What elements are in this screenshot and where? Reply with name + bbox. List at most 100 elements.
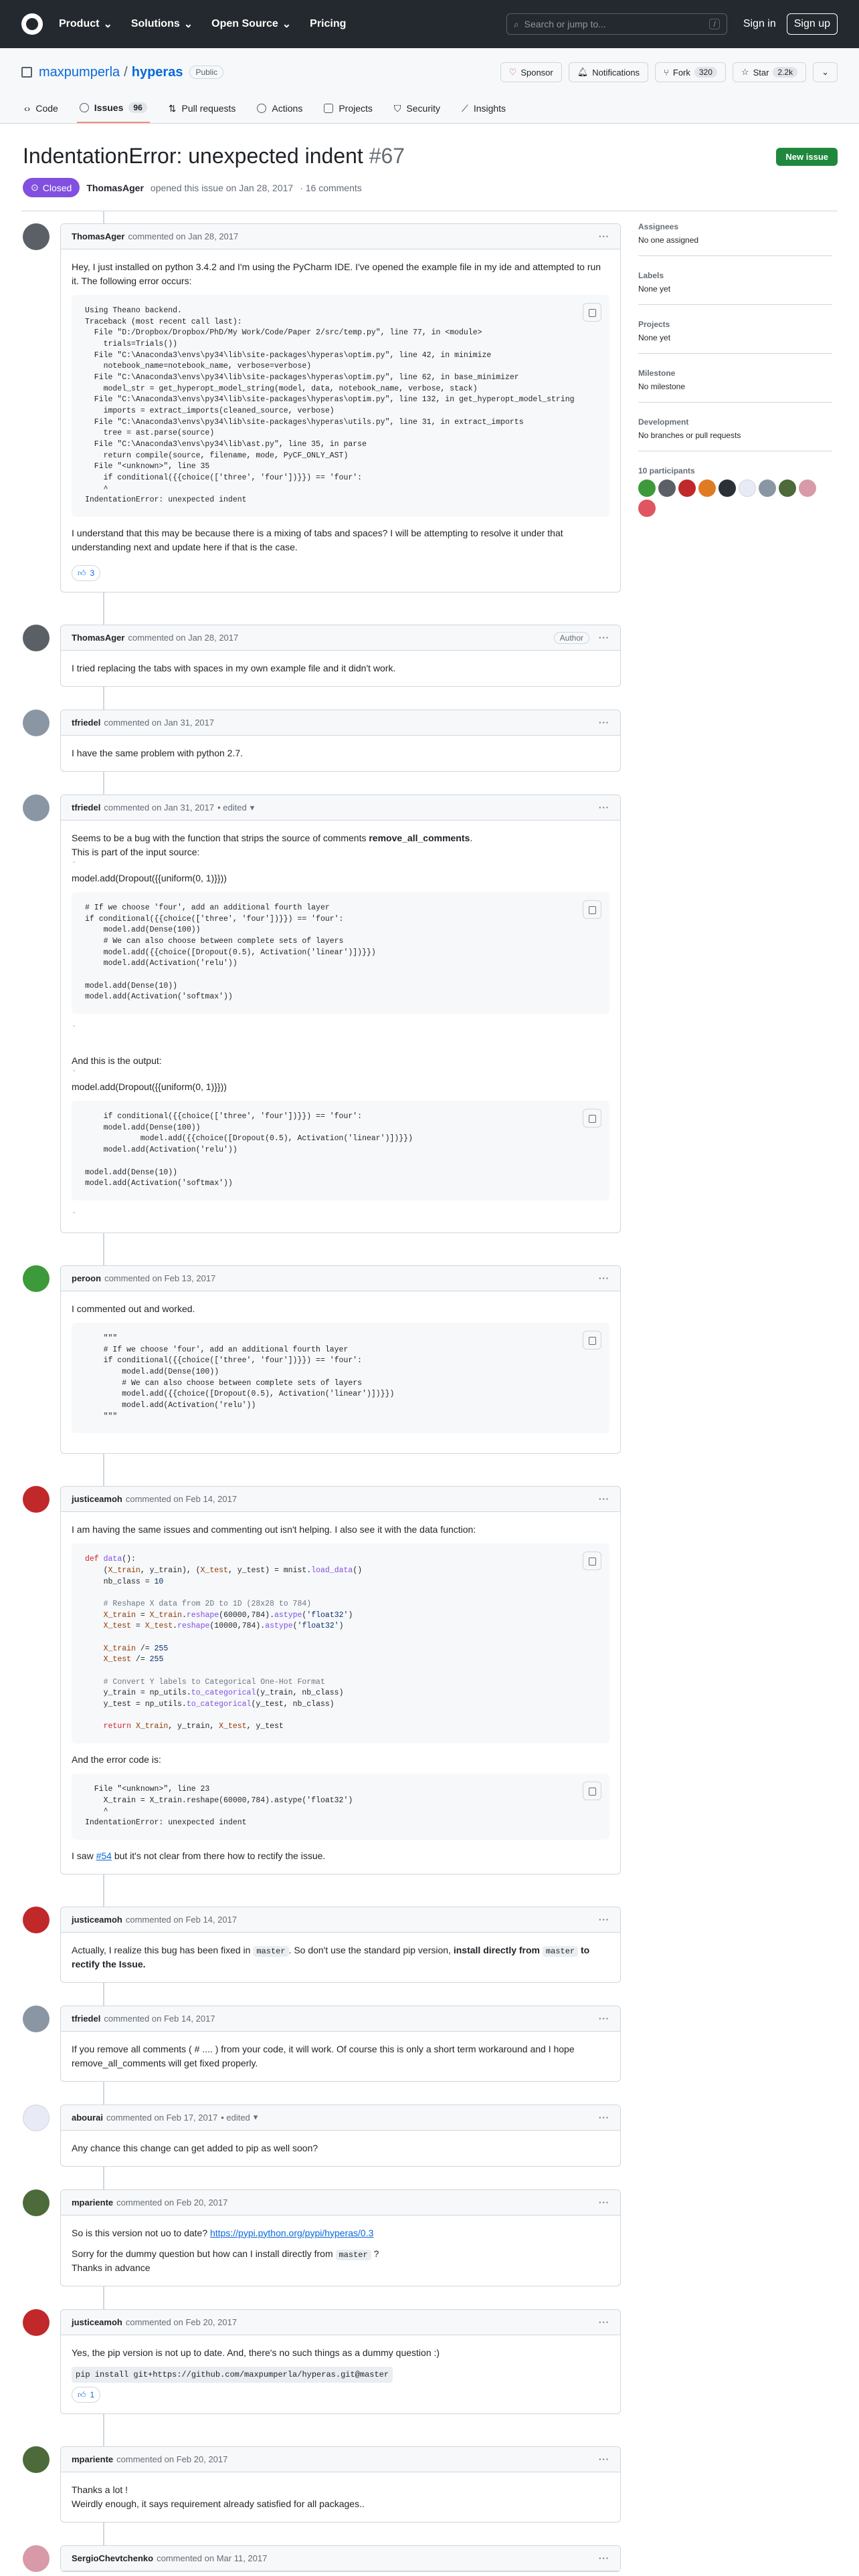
comment-author[interactable]: tfriedel <box>72 802 100 813</box>
kebab-menu-icon[interactable]: ··· <box>599 802 609 813</box>
sign-up-button[interactable]: Sign up <box>786 13 838 35</box>
issue-author[interactable]: ThomasAger <box>86 183 144 193</box>
star-button[interactable]: ☆ Star 2.2k <box>732 62 807 82</box>
comment-timestamp[interactable]: commented on Feb 20, 2017 <box>116 2197 227 2208</box>
comment-timestamp[interactable]: commented on Feb 14, 2017 <box>126 1494 237 1504</box>
comment-timestamp[interactable]: commented on Feb 14, 2017 <box>104 2014 215 2024</box>
comment-timestamp[interactable]: commented on Feb 14, 2017 <box>126 1915 237 1925</box>
github-logo-icon[interactable] <box>21 13 43 35</box>
sign-in-link[interactable]: Sign in <box>743 18 776 30</box>
issue-reference-link[interactable]: #54 <box>96 1850 112 1861</box>
nav-open-source[interactable]: Open Source ⌄ <box>211 17 291 31</box>
avatar[interactable] <box>23 1265 50 1292</box>
copy-icon[interactable] <box>583 1330 601 1350</box>
comment-timestamp[interactable]: commented on Jan 28, 2017 <box>128 633 238 643</box>
tab-pull-requests[interactable]: ⇅ Pull requests <box>166 94 239 123</box>
tab-insights[interactable]: ⟋ Insights <box>459 94 508 123</box>
avatar[interactable] <box>739 479 756 497</box>
reaction-thumbs-up[interactable]: 👍︎ 3 <box>72 565 101 582</box>
comment-author[interactable]: ThomasAger <box>72 633 124 643</box>
kebab-menu-icon[interactable]: ··· <box>599 1273 609 1283</box>
kebab-menu-icon[interactable]: ··· <box>599 1915 609 1925</box>
avatar[interactable] <box>23 2545 50 2572</box>
tab-actions[interactable]: Actions <box>254 94 305 123</box>
tab-security[interactable]: ⛉ Security <box>391 94 443 123</box>
copy-icon[interactable] <box>583 900 601 920</box>
comment-timestamp[interactable]: commented on Feb 20, 2017 <box>126 2317 237 2327</box>
kebab-menu-icon[interactable]: ··· <box>599 2317 609 2327</box>
avatar[interactable] <box>23 710 50 737</box>
repo-owner-link[interactable]: maxpumperla <box>39 65 120 80</box>
kebab-menu-icon[interactable]: ··· <box>599 2454 609 2464</box>
copy-icon[interactable] <box>583 1109 601 1128</box>
search-input[interactable]: ⌕ Search or jump to... / <box>506 13 727 35</box>
fork-button[interactable]: ⑂ Fork 320 <box>655 62 726 82</box>
kebab-menu-icon[interactable]: ··· <box>599 633 609 643</box>
comment-author[interactable]: justiceamoh <box>72 1494 122 1504</box>
kebab-menu-icon[interactable]: ··· <box>599 231 609 241</box>
avatar[interactable] <box>799 479 816 497</box>
tab-code[interactable]: ‹› Code <box>21 94 61 123</box>
copy-icon[interactable] <box>583 303 601 322</box>
tab-projects[interactable]: Projects <box>321 94 375 123</box>
star-dropdown-button[interactable]: ⌄ <box>813 62 838 82</box>
edited-dropdown[interactable]: • edited <box>217 802 247 813</box>
tab-issues[interactable]: Issues 96 <box>76 94 150 123</box>
comment-timestamp[interactable]: commented on Feb 13, 2017 <box>104 1273 215 1283</box>
kebab-menu-icon[interactable]: ··· <box>599 2197 609 2208</box>
avatar[interactable] <box>779 479 796 497</box>
comment-timestamp[interactable]: commented on Jan 28, 2017 <box>128 231 238 241</box>
nav-product[interactable]: Product ⌄ <box>59 17 112 31</box>
kebab-menu-icon[interactable]: ··· <box>599 1494 609 1504</box>
comment-timestamp[interactable]: commented on Jan 31, 2017 <box>104 718 214 728</box>
avatar[interactable] <box>658 479 676 497</box>
avatar[interactable] <box>719 479 736 497</box>
comment-author[interactable]: peroon <box>72 1273 101 1283</box>
comment-author[interactable]: mpariente <box>72 2197 113 2208</box>
copy-icon[interactable] <box>583 1781 601 1800</box>
avatar[interactable] <box>23 2446 50 2473</box>
comment-timestamp[interactable]: commented on Mar 11, 2017 <box>157 2553 267 2563</box>
comment-author[interactable]: SergioChevtchenko <box>72 2553 153 2563</box>
comment-paragraph: And the error code is: <box>72 1753 161 1765</box>
edited-dropdown[interactable]: • edited <box>221 2113 250 2123</box>
avatar[interactable] <box>23 2189 50 2216</box>
avatar[interactable] <box>23 2005 50 2032</box>
nav-solutions[interactable]: Solutions ⌄ <box>131 17 193 31</box>
avatar[interactable] <box>23 1906 50 1933</box>
repo-name-link[interactable]: hyperas <box>132 65 183 80</box>
reaction-thumbs-up[interactable]: 👍︎ 1 <box>72 2386 101 2403</box>
comment-author[interactable]: justiceamoh <box>72 2317 122 2327</box>
comment-timestamp[interactable]: commented on Feb 20, 2017 <box>116 2454 227 2464</box>
nav-pricing[interactable]: Pricing <box>310 17 346 31</box>
notifications-button[interactable]: 🔔︎ Notifications <box>568 62 649 82</box>
new-issue-button[interactable]: New issue <box>776 148 838 166</box>
comment-timestamp[interactable]: commented on Jan 31, 2017 <box>104 802 214 813</box>
kebab-menu-icon[interactable]: ··· <box>599 2014 609 2024</box>
avatar[interactable] <box>759 479 776 497</box>
kebab-menu-icon[interactable]: ··· <box>599 2553 609 2563</box>
avatar[interactable] <box>23 625 50 652</box>
comment-author[interactable]: mpariente <box>72 2454 113 2464</box>
sponsor-button[interactable]: ♡ Sponsor <box>500 62 562 82</box>
avatar[interactable] <box>23 794 50 822</box>
avatar[interactable] <box>698 479 716 497</box>
avatar[interactable] <box>638 500 656 517</box>
avatar[interactable] <box>638 479 656 497</box>
avatar[interactable] <box>23 223 50 250</box>
comment-author[interactable]: ThomasAger <box>72 231 124 241</box>
comment-timestamp[interactable]: commented on Feb 17, 2017 <box>106 2113 217 2123</box>
copy-icon[interactable] <box>583 1551 601 1571</box>
avatar[interactable] <box>678 479 696 497</box>
comment-author[interactable]: justiceamoh <box>72 1915 122 1925</box>
issue-number: #67 <box>369 144 405 168</box>
avatar[interactable] <box>23 2309 50 2336</box>
kebab-menu-icon[interactable]: ··· <box>599 2113 609 2123</box>
avatar[interactable] <box>23 1486 50 1513</box>
avatar[interactable] <box>23 2104 50 2131</box>
kebab-menu-icon[interactable]: ··· <box>599 718 609 728</box>
pypi-link[interactable]: https://pypi.python.org/pypi/hyperas/0.3 <box>210 2228 373 2238</box>
comment-author[interactable]: abourai <box>72 2113 103 2123</box>
comment-author[interactable]: tfriedel <box>72 718 100 728</box>
comment-author[interactable]: tfriedel <box>72 2014 100 2024</box>
